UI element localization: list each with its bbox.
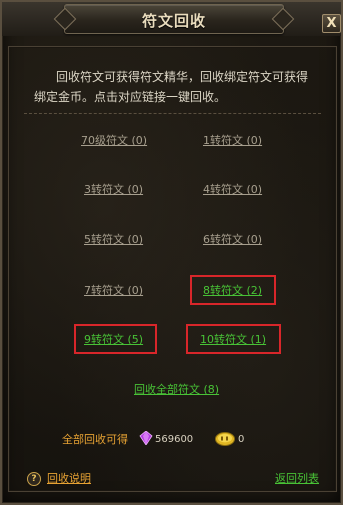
rune-link-10[interactable]: 10转符文 (1): [200, 331, 266, 349]
rune-link-8[interactable]: 8转符文 (2): [203, 282, 262, 300]
back-to-list-link[interactable]: 返回列表: [275, 470, 319, 488]
title-plate: 符文回收: [64, 4, 284, 34]
gem-value: 569600: [155, 434, 194, 445]
title-bar: 符文回收: [2, 2, 341, 36]
rune-link-70[interactable]: 70级符文 (0): [81, 132, 147, 150]
rune-link-3[interactable]: 3转符文 (0): [84, 181, 143, 199]
rune-link-1[interactable]: 1转符文 (0): [203, 132, 262, 150]
description-text: 回收符文可获得符文精华，回收绑定符文可获得绑定金币。点击对应链接一键回收。: [34, 70, 309, 104]
rune-link-6[interactable]: 6转符文 (0): [203, 231, 262, 249]
window-title: 符文回收: [141, 12, 206, 30]
rune-link-7[interactable]: 7转符文 (0): [84, 282, 143, 300]
purple-gem-icon: [139, 431, 153, 445]
rune-link-5[interactable]: 5转符文 (0): [84, 231, 143, 249]
reclaim-all-link[interactable]: 回收全部符文 (8): [134, 381, 219, 399]
divider: [24, 113, 321, 114]
rune-link-9[interactable]: 9转符文 (5): [84, 331, 143, 349]
help-icon[interactable]: ?: [27, 472, 41, 486]
rune-link-4[interactable]: 4转符文 (0): [203, 181, 262, 199]
close-button[interactable]: X: [322, 14, 341, 33]
total-reclaim-label: 全部回收可得: [62, 433, 128, 446]
gold-value: 0: [238, 434, 245, 445]
recycle-help-link[interactable]: 回收说明: [47, 470, 91, 488]
gold-coin-icon: [215, 432, 235, 446]
rune-recycle-window: 符文回收 X 回收符文可获得符文精华，回收绑定符文可获得绑定金币。点击对应链接一…: [0, 0, 343, 505]
